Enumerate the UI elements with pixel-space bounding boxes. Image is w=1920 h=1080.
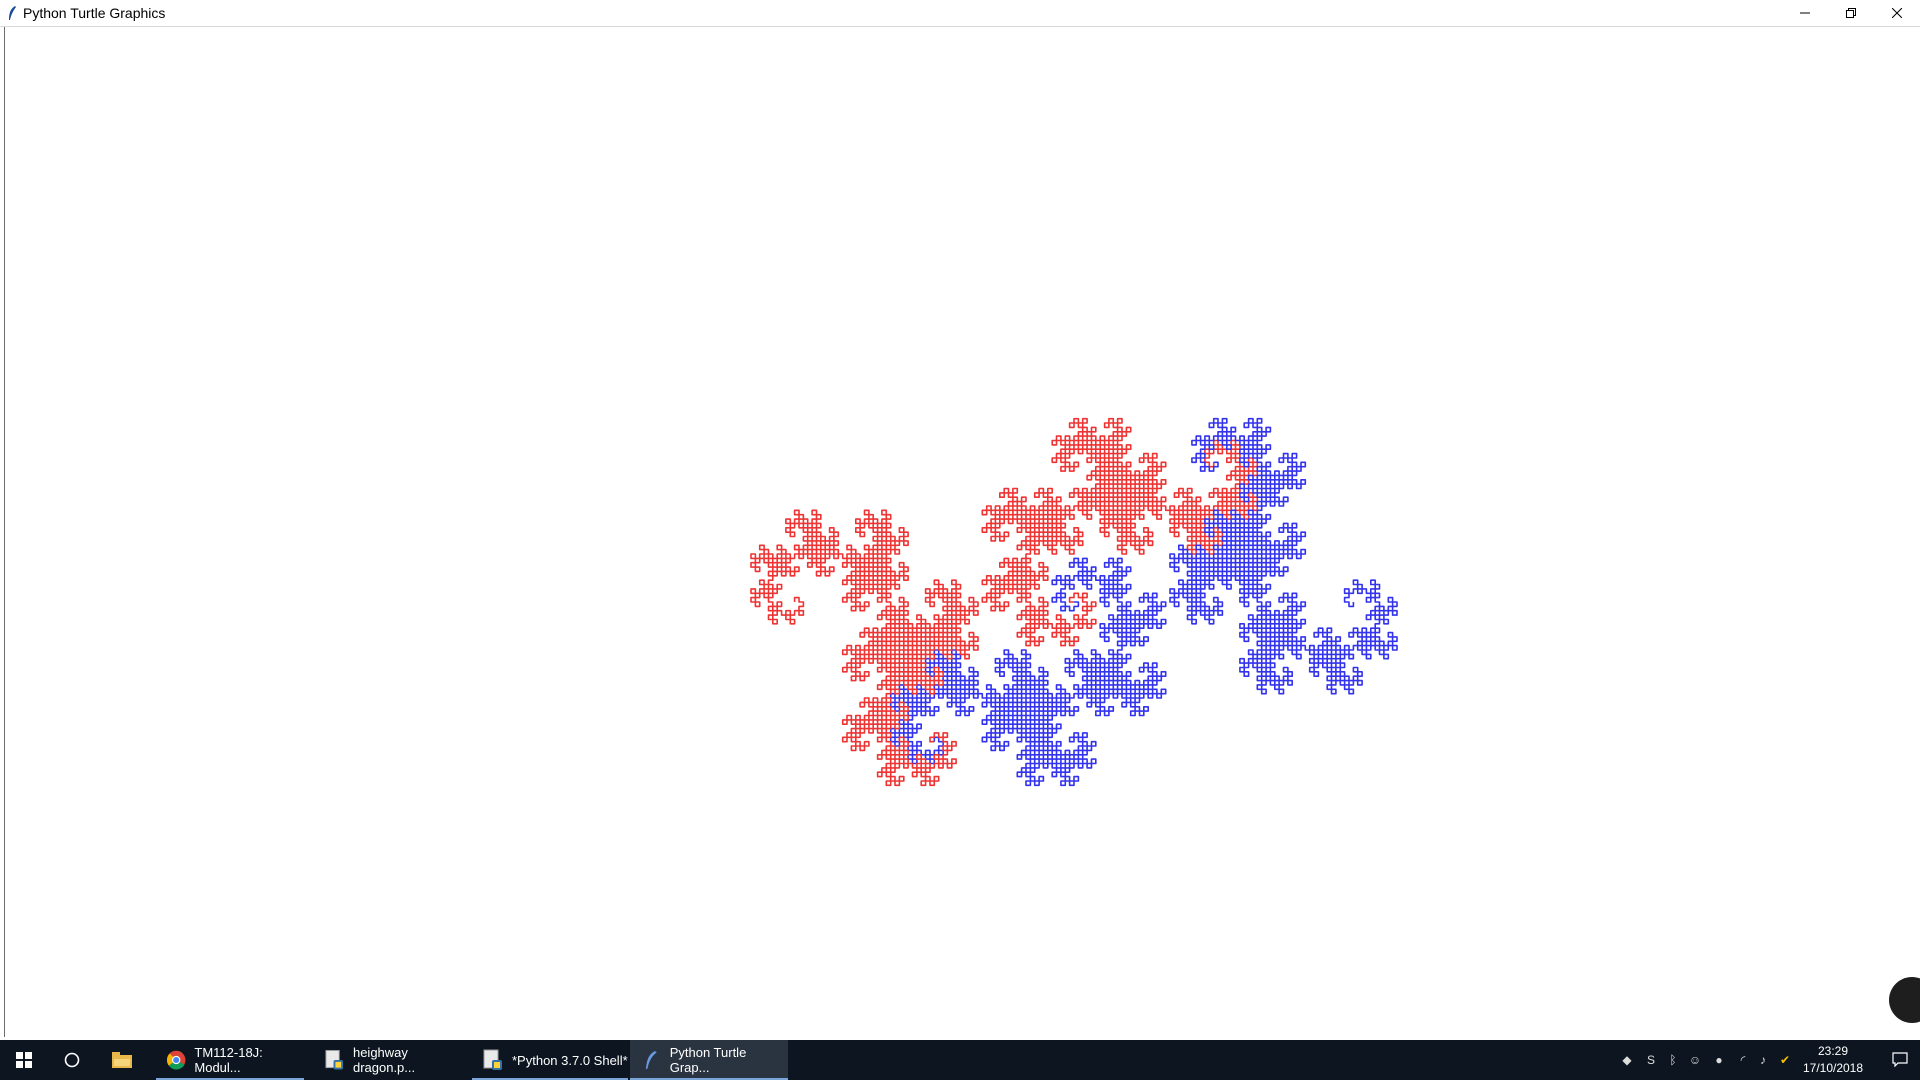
dragon-curve-segment (1169, 417, 1398, 695)
minimize-icon (1800, 12, 1810, 14)
clock-date: 17/10/2018 (1802, 1061, 1864, 1075)
minimize-button[interactable] (1782, 0, 1828, 26)
taskbar-app-label: *Python 3.7.0 Shell* (512, 1052, 628, 1068)
dragon-curve-segment (981, 417, 1259, 647)
people-icon[interactable]: ☺ (1688, 1053, 1702, 1067)
bluetooth-icon[interactable]: ᛒ (1666, 1053, 1680, 1067)
chrome-icon (166, 1050, 186, 1070)
cortana-circle-icon (64, 1052, 80, 1068)
restore-icon (1846, 8, 1856, 18)
taskbar-app-label: Python Turtle Grap... (669, 1045, 747, 1075)
dragon-curve-segment (889, 557, 1167, 787)
dragon-fractal-drawing (750, 417, 1398, 787)
windows-icon (16, 1052, 32, 1068)
system-tray: ◆ S ᛒ ☺ ● ◜ ♪ ✔ 23:29 17/10/2018 (1620, 1040, 1920, 1080)
action-center-icon[interactable] (1892, 1051, 1908, 1067)
norton-icon[interactable]: ✔ (1778, 1053, 1792, 1067)
python-file-icon (325, 1049, 344, 1070)
dropbox-icon[interactable]: ◆ (1620, 1053, 1634, 1067)
file-explorer-button[interactable] (98, 1040, 146, 1080)
system-clock[interactable]: 23:29 17/10/2018 (1798, 1043, 1868, 1077)
globe-icon[interactable]: ● (1712, 1053, 1726, 1067)
wifi-icon[interactable]: ◜ (1736, 1053, 1750, 1067)
start-button[interactable] (0, 1040, 48, 1080)
taskbar-app-label: heighway dragon.p... (352, 1045, 416, 1075)
taskbar-app-editor[interactable]: heighway dragon.p... (314, 1040, 468, 1080)
taskbar-app-chrome[interactable]: TM112-18J: Modul... (156, 1040, 304, 1080)
python-shell-icon (483, 1049, 502, 1070)
close-button[interactable] (1874, 0, 1920, 26)
clock-time: 23:29 (1817, 1044, 1849, 1058)
file-explorer-icon (112, 1052, 132, 1068)
dragon-curve-segment (750, 509, 979, 787)
search-button[interactable] (48, 1040, 96, 1080)
window-title-bar: Python Turtle Graphics (0, 0, 1920, 27)
restore-button[interactable] (1828, 0, 1874, 26)
volume-icon[interactable]: ♪ (1756, 1053, 1770, 1067)
feather-icon (9, 6, 16, 20)
taskbar-app-shell[interactable]: *Python 3.7.0 Shell* (472, 1040, 628, 1080)
turtle-canvas[interactable] (4, 27, 1920, 1037)
network-s-icon[interactable]: S (1644, 1053, 1658, 1067)
taskbar-app-label: TM112-18J: Modul... (194, 1045, 263, 1075)
window-title: Python Turtle Graphics (23, 5, 166, 21)
close-icon (1892, 8, 1902, 18)
taskbar-app-turtle[interactable]: Python Turtle Grap... (630, 1040, 788, 1080)
taskbar: TM112-18J: Modul... heighway dragon.p...… (0, 1040, 1920, 1080)
feather-icon (645, 1051, 657, 1069)
